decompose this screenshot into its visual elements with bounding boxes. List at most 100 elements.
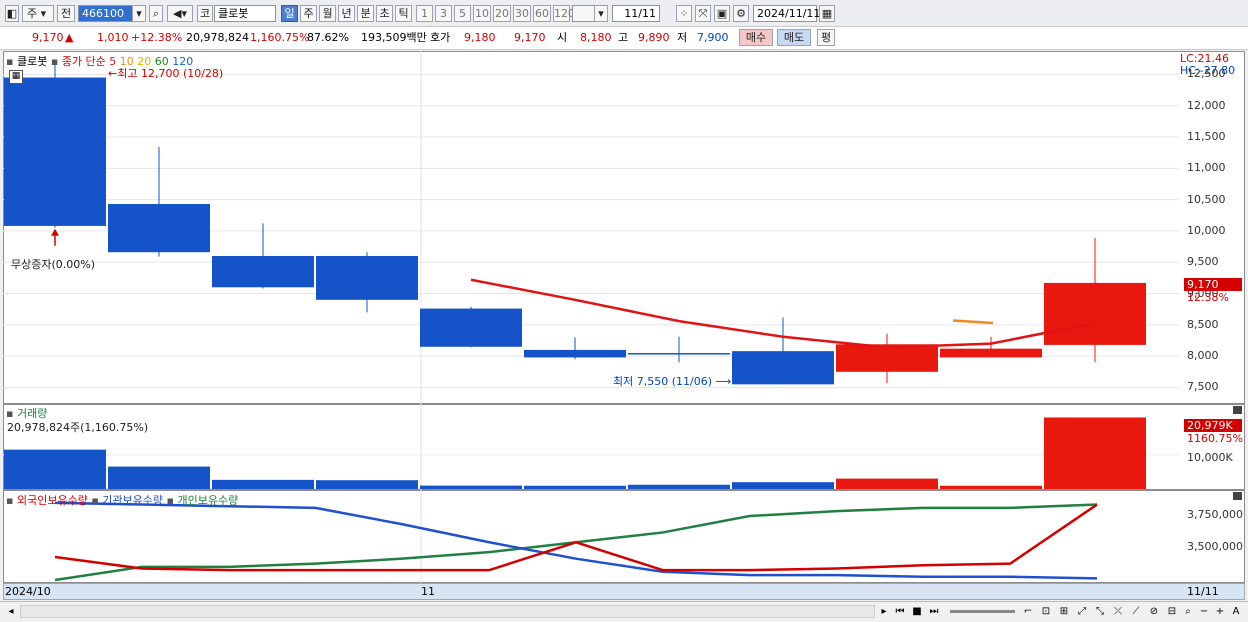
legend-bullet-icon: ▪ — [91, 494, 99, 507]
drawing-tool-icon[interactable]: ⤫ — [1112, 605, 1124, 618]
drawing-tool-icon[interactable]: ⟋ — [1130, 605, 1142, 618]
low-value: 7,900 — [697, 31, 729, 44]
drawing-tool-icon[interactable]: ⊘ — [1148, 605, 1160, 618]
rewind-icon[interactable]: ⏮ — [894, 605, 906, 618]
jeon-button[interactable]: 전 — [57, 5, 75, 22]
interval-5[interactable]: 5 — [454, 5, 471, 22]
hoga-bid: 9,170 — [514, 31, 546, 44]
volume-ratio: 87.62% — [307, 31, 349, 44]
price-y-tick: 10,000 — [1187, 223, 1226, 237]
compare-icon[interactable]: ⁘ — [676, 5, 692, 22]
search-icon[interactable]: ⌕ — [149, 5, 163, 22]
volume-pct: 1,160.75% — [250, 31, 310, 44]
interval-1[interactable]: 1 — [416, 5, 433, 22]
fast-forward-icon[interactable]: ⏭ — [928, 605, 940, 618]
candle-body — [212, 255, 314, 288]
code-dropdown-icon[interactable]: ▾ — [132, 5, 146, 22]
volume-current-pct: 1160.75% — [1187, 432, 1243, 445]
stock-name-input[interactable]: 클로봇 — [214, 5, 276, 22]
hoga-ask: 9,180 — [464, 31, 496, 44]
holdings-panel-close-icon[interactable] — [1233, 492, 1242, 500]
holdings-y-tick-2: 3,500,000 — [1187, 540, 1243, 553]
gear-icon[interactable]: ⚙ — [733, 5, 749, 22]
volume-chart[interactable] — [3, 404, 1179, 490]
interval-3[interactable]: 3 — [435, 5, 452, 22]
tab-minute[interactable]: 분 — [357, 5, 374, 22]
legend-bullet-icon: ▪ — [50, 55, 59, 68]
zoom-in-icon[interactable]: + — [1214, 605, 1226, 618]
drawing-tool-icon[interactable]: ⊡ — [1040, 605, 1052, 618]
open-value: 8,180 — [580, 31, 612, 44]
volume-current-box: 20,979K — [1184, 419, 1242, 432]
drawing-tool-icon[interactable]: ⊟ — [1166, 605, 1178, 618]
current-pct-label: 12.38% — [1187, 291, 1229, 304]
horizontal-scrollbar[interactable] — [20, 605, 875, 618]
candle-body — [732, 351, 834, 385]
interval-20[interactable]: 20 — [493, 5, 511, 22]
code-button[interactable]: 코 — [197, 5, 213, 22]
zoom-slider[interactable] — [950, 610, 1015, 613]
price-y-tick: 8,500 — [1187, 317, 1219, 331]
buy-button[interactable]: 매수 — [739, 29, 773, 46]
tab-tick[interactable]: 틱 — [395, 5, 412, 22]
volume-bar — [732, 482, 834, 489]
chart-menu-icon[interactable]: ◧ — [5, 5, 19, 22]
max-annotation: ←최고 12,700 (10/28) — [108, 67, 224, 80]
volume-value: 20,978,824 — [186, 31, 249, 44]
table-icon[interactable]: ▦ — [9, 70, 23, 84]
zoom-search-icon[interactable]: ⌕ — [1182, 605, 1194, 618]
volume-bar — [1044, 417, 1146, 489]
interval-dropdown-icon[interactable]: ▾ — [594, 5, 608, 22]
tab-week[interactable]: 주 — [300, 5, 317, 22]
event-arrow-head-icon — [51, 228, 59, 236]
legend-bullet-icon: ▪ — [166, 494, 174, 507]
volume-bar — [524, 485, 626, 489]
save-icon[interactable]: ▣ — [714, 5, 730, 22]
drawing-tool-icon[interactable]: ⤢ — [1076, 605, 1088, 618]
price-y-tick: 12,000 — [1187, 98, 1226, 112]
speaker-icon[interactable]: ◀▾ — [167, 5, 193, 22]
open-label: 시 — [557, 31, 568, 44]
foreign-holdings-line — [54, 503, 1098, 572]
zoom-out-icon[interactable]: − — [1198, 605, 1210, 618]
sell-button[interactable]: 매도 — [777, 29, 811, 46]
interval-60[interactable]: 60 — [533, 5, 551, 22]
volume-bar — [316, 480, 418, 489]
tab-year[interactable]: 년 — [338, 5, 355, 22]
hoga-label: 호가 — [430, 31, 451, 44]
avg-button[interactable]: 평 — [817, 29, 835, 46]
tab-second[interactable]: 초 — [376, 5, 393, 22]
individual-legend: 개인보유수량 — [177, 494, 239, 507]
volume-panel-close-icon[interactable] — [1233, 406, 1242, 414]
price-y-tick: 9,500 — [1187, 255, 1219, 269]
market-type-select[interactable]: 주 ▾ — [22, 5, 54, 22]
drawing-tool-icon[interactable]: ⌐ — [1022, 605, 1034, 618]
tab-month[interactable]: 월 — [319, 5, 336, 22]
interval-10[interactable]: 10 — [473, 5, 491, 22]
calendar-icon[interactable]: ▦ — [819, 5, 835, 22]
high-label: 고 — [618, 31, 629, 44]
stop-icon[interactable]: ■ — [911, 605, 923, 618]
min-annotation-text: 최저 7,550 (11/06) — [613, 375, 713, 388]
volume-bar — [836, 478, 938, 489]
scroll-toolbar: ◂ ▸ ⏮ ■ ⏭ ⌐ ⊡ ⊞ ⤢ ⤡ ⤫ ⟋ ⊘ ⊟ ⌕ − + A — [0, 601, 1248, 622]
font-size-icon[interactable]: A — [1230, 605, 1242, 618]
price-chart[interactable] — [3, 51, 1179, 404]
holdings-legend: ▪ 외국인보유수량 ▪ 기관보유수량 ▪ 개인보유수량 — [6, 492, 238, 508]
candle-body — [316, 255, 418, 300]
scroll-right-icon[interactable]: ▸ — [878, 605, 890, 618]
cross-icon[interactable]: ⤧ — [695, 5, 711, 22]
drawing-tool-icon[interactable]: ⤡ — [1094, 605, 1106, 618]
count-input[interactable]: 11/11 — [612, 5, 660, 22]
drawing-tool-icon[interactable]: ⊞ — [1058, 605, 1070, 618]
date-input[interactable]: 2024/11/11 — [753, 5, 820, 22]
interval-120[interactable]: 120 — [553, 5, 575, 22]
interval-30[interactable]: 30 — [513, 5, 531, 22]
volume-bar — [940, 485, 1042, 489]
market-type-label: 주 — [27, 7, 38, 20]
volume-y-tick: 10,000K — [1187, 451, 1233, 464]
scroll-left-icon[interactable]: ◂ — [5, 605, 17, 618]
volume-bar — [4, 449, 106, 489]
foreign-legend: 외국인보유수량 — [16, 494, 88, 507]
tab-day[interactable]: 일 — [281, 5, 298, 22]
